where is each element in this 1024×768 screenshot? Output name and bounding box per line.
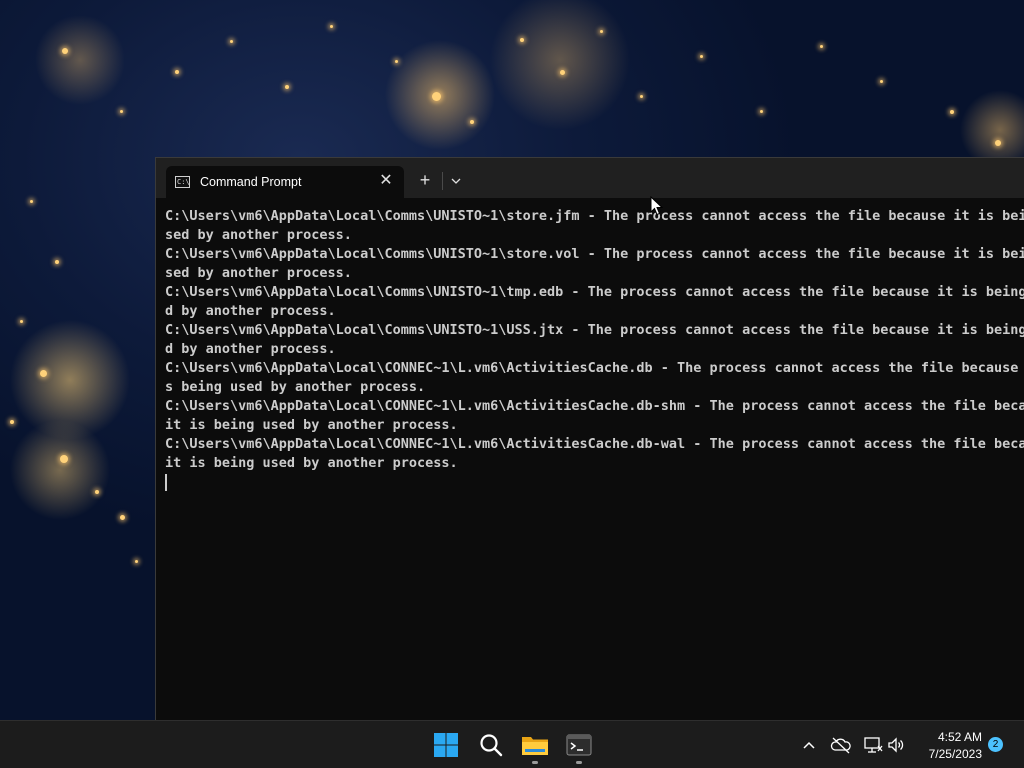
running-indicator bbox=[576, 761, 582, 764]
console-line: C:\Users\vm6\AppData\Local\CONNEC~1\L.vm… bbox=[165, 436, 1024, 452]
console-output[interactable]: C:\Users\vm6\AppData\Local\Comms\UNISTO~… bbox=[156, 198, 1024, 721]
taskbar: 4:52 AM 7/25/2023 2 bbox=[0, 720, 1024, 768]
console-line: C:\Users\vm6\AppData\Local\Comms\UNISTO~… bbox=[165, 208, 1024, 224]
console-line: it is being used by another process. bbox=[165, 455, 458, 471]
speaker-icon bbox=[888, 737, 904, 753]
console-line: C:\Users\vm6\AppData\Local\Comms\UNISTO~… bbox=[165, 246, 1024, 262]
search-icon bbox=[480, 734, 503, 757]
console-line: sed by another process. bbox=[165, 227, 352, 243]
mouse-pointer-icon bbox=[650, 196, 664, 216]
console-prompt-line[interactable] bbox=[165, 473, 1024, 492]
notification-badge[interactable]: 2 bbox=[988, 737, 1003, 752]
tab-divider bbox=[442, 172, 443, 190]
tab-title: Command Prompt bbox=[200, 175, 302, 189]
network-button[interactable] bbox=[862, 735, 884, 755]
terminal-button[interactable] bbox=[563, 729, 595, 761]
chevron-up-icon bbox=[803, 741, 815, 749]
console-line: C:\Users\vm6\AppData\Local\Comms\UNISTO~… bbox=[165, 284, 1024, 300]
tab-command-prompt[interactable]: C:\ Command Prompt ✕ bbox=[166, 166, 404, 198]
search-button[interactable] bbox=[475, 729, 507, 761]
show-hidden-icons-button[interactable] bbox=[800, 735, 818, 755]
running-indicator bbox=[532, 761, 538, 764]
volume-button[interactable] bbox=[886, 735, 906, 755]
clock-date[interactable]: 7/25/2023 bbox=[916, 747, 982, 761]
console-line: C:\Users\vm6\AppData\Local\CONNEC~1\L.vm… bbox=[165, 360, 1024, 376]
network-icon bbox=[864, 737, 883, 753]
cloud-offline-icon bbox=[830, 737, 851, 754]
console-line: C:\Users\vm6\AppData\Local\CONNEC~1\L.vm… bbox=[165, 398, 1024, 414]
tab-dropdown-button[interactable] bbox=[446, 170, 466, 192]
console-line: C:\Users\vm6\AppData\Local\Comms\UNISTO~… bbox=[165, 322, 1024, 338]
console-line: s being used by another process. bbox=[165, 379, 426, 395]
text-cursor bbox=[165, 474, 167, 491]
clock-time[interactable]: 4:52 AM bbox=[916, 730, 982, 744]
command-prompt-icon: C:\ bbox=[175, 176, 190, 188]
cloud-status-button[interactable] bbox=[830, 735, 852, 755]
windows-logo-icon bbox=[434, 733, 458, 757]
new-tab-button[interactable]: + bbox=[414, 170, 436, 192]
file-explorer-button[interactable] bbox=[519, 729, 551, 761]
console-line: d by another process. bbox=[165, 341, 336, 357]
tab-close-button[interactable]: ✕ bbox=[376, 171, 396, 191]
terminal-icon bbox=[566, 734, 592, 756]
terminal-window[interactable]: C:\ Command Prompt ✕ + C:\Users\vm6\AppD… bbox=[155, 157, 1024, 720]
start-button[interactable] bbox=[430, 729, 462, 761]
title-bar[interactable]: C:\ Command Prompt ✕ + bbox=[156, 158, 1024, 198]
console-line: d by another process. bbox=[165, 303, 336, 319]
chevron-down-icon bbox=[451, 178, 461, 184]
console-line: it is being used by another process. bbox=[165, 417, 458, 433]
folder-icon bbox=[522, 737, 548, 755]
console-line: sed by another process. bbox=[165, 265, 352, 281]
